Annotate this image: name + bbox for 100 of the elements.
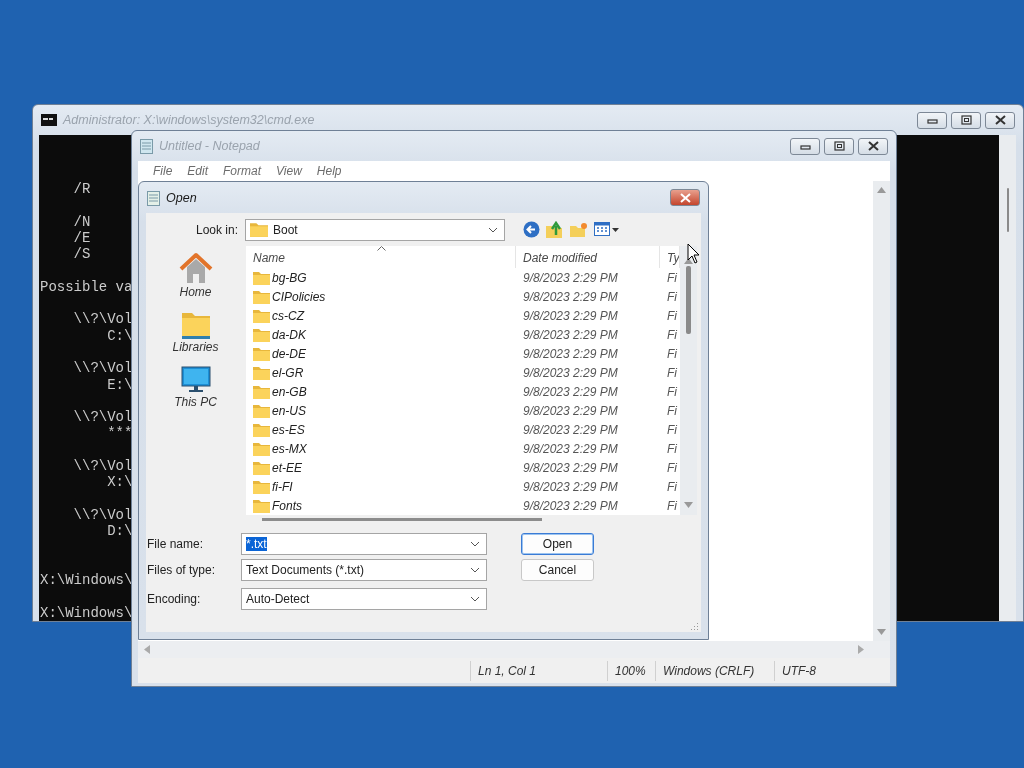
- console-line: \\?\Vol: [72, 311, 133, 328]
- scroll-down-icon[interactable]: [684, 502, 693, 508]
- file-row[interactable]: fi-FI 9/8/2023 2:29 PM Fi: [246, 477, 680, 496]
- folder-icon: [253, 441, 270, 456]
- console-icon: [41, 114, 57, 126]
- file-row[interactable]: en-US 9/8/2023 2:29 PM Fi: [246, 401, 680, 420]
- status-text: Ln 1, Col 1: [470, 660, 607, 681]
- mouse-pointer-icon: [687, 243, 700, 264]
- close-button[interactable]: [985, 111, 1015, 129]
- up-folder-icon[interactable]: [546, 221, 564, 238]
- file-row[interactable]: cs-CZ 9/8/2023 2:29 PM Fi: [246, 306, 680, 325]
- file-row[interactable]: Fonts 9/8/2023 2:29 PM Fi: [246, 496, 680, 515]
- file-row[interactable]: da-DK 9/8/2023 2:29 PM Fi: [246, 325, 680, 344]
- console-line: D:\: [106, 523, 133, 540]
- file-row[interactable]: CIPolicies 9/8/2023 2:29 PM Fi: [246, 287, 680, 306]
- column-header[interactable]: Date modified: [516, 246, 660, 268]
- folder-icon: [180, 311, 211, 339]
- folder-icon: [253, 403, 270, 418]
- folder-icon: [253, 327, 270, 342]
- folder-icon: [253, 308, 270, 323]
- status-text: 100%: [607, 660, 655, 681]
- look-in-dropdown[interactable]: Boot: [245, 218, 505, 241]
- place-item[interactable]: This PC: [174, 366, 217, 409]
- console-line: E:\: [106, 376, 133, 393]
- file-row[interactable]: el-GR 9/8/2023 2:29 PM Fi: [246, 363, 680, 382]
- scrollbar[interactable]: [138, 641, 890, 658]
- folder-icon: [250, 222, 268, 237]
- place-item[interactable]: Libraries: [172, 311, 219, 354]
- combo-field[interactable]: Auto-Detect: [241, 588, 487, 610]
- menu-item[interactable]: Format: [216, 164, 270, 178]
- field-label: Look in:: [194, 222, 238, 237]
- console-line: \\?\Vol: [72, 458, 133, 475]
- back-icon[interactable]: [523, 221, 540, 238]
- console-line: \\?\Vol: [72, 360, 133, 377]
- chevron-down-icon: [470, 596, 480, 602]
- notepad-icon: [147, 189, 160, 206]
- window-title: Administrator: X:\windows\system32\cmd.exe: [63, 113, 315, 127]
- file-row[interactable]: es-ES 9/8/2023 2:29 PM Fi: [246, 420, 680, 439]
- file-row[interactable]: en-GB 9/8/2023 2:29 PM Fi: [246, 382, 680, 401]
- window-title: Untitled - Notepad: [159, 139, 260, 153]
- notepad-icon: [140, 138, 153, 154]
- new-folder-icon[interactable]: [570, 222, 588, 237]
- file-row[interactable]: es-MX 9/8/2023 2:29 PM Fi: [246, 439, 680, 458]
- field-label: File name:: [146, 537, 205, 551]
- chevron-down-icon: [488, 226, 498, 233]
- column-header[interactable]: Name: [246, 246, 516, 268]
- console-line: X:\: [106, 474, 133, 491]
- menu-item[interactable]: File: [146, 164, 181, 178]
- console-line: /N: [72, 213, 91, 230]
- console-line: X:\Windows\: [40, 604, 133, 621]
- status-text: Windows (CRLF): [655, 660, 774, 681]
- chevron-down-icon: [470, 541, 480, 547]
- folder-icon: [253, 346, 270, 361]
- maximize-button[interactable]: [951, 111, 981, 129]
- maximize-button[interactable]: [824, 137, 854, 155]
- folder-icon: [253, 422, 270, 437]
- sort-caret-icon: [377, 246, 386, 251]
- window-title: Open: [166, 190, 197, 205]
- minimize-button[interactable]: [917, 111, 947, 129]
- menu-item[interactable]: View: [269, 164, 310, 178]
- file-row[interactable]: de-DE 9/8/2023 2:29 PM Fi: [246, 344, 680, 363]
- console-line: /R: [72, 181, 91, 198]
- status-text: UTF-8: [774, 660, 884, 681]
- dialog-button[interactable]: Cancel: [521, 559, 594, 581]
- menu-item[interactable]: Edit: [180, 164, 217, 178]
- combo-field[interactable]: Text Documents (*.txt): [241, 559, 487, 581]
- folder-icon: [253, 498, 270, 513]
- minimize-button[interactable]: [790, 137, 820, 155]
- folder-icon: [253, 365, 270, 380]
- combo-field[interactable]: *.txt: [241, 533, 487, 555]
- scroll-down-icon[interactable]: [877, 629, 886, 635]
- scrollbar[interactable]: [999, 135, 1016, 621]
- home-icon: [178, 252, 213, 284]
- console-line: \\?\Vol: [72, 409, 133, 426]
- scroll-left-icon[interactable]: [144, 645, 150, 654]
- scrollbar[interactable]: [680, 246, 697, 515]
- console-line: ***: [106, 425, 133, 442]
- console-line: \\?\Vol: [72, 506, 133, 524]
- resize-grip-icon[interactable]: [691, 622, 699, 630]
- monitor-icon: [180, 366, 211, 394]
- file-row[interactable]: et-EE 9/8/2023 2:29 PM Fi: [246, 458, 680, 477]
- close-button[interactable]: [858, 137, 888, 155]
- scroll-right-icon[interactable]: [858, 645, 864, 654]
- chevron-down-icon: [470, 567, 480, 573]
- menu-item[interactable]: Help: [309, 164, 350, 178]
- console-line: X:\Windows\: [40, 572, 133, 589]
- close-button[interactable]: [670, 189, 700, 206]
- console-line: C:\: [106, 327, 133, 344]
- console-line: /E: [72, 229, 91, 247]
- scrollbar[interactable]: [873, 181, 890, 641]
- field-label: Files of type:: [146, 563, 217, 577]
- file-row[interactable]: bg-BG 9/8/2023 2:29 PM Fi: [246, 268, 680, 287]
- folder-icon: [253, 270, 270, 285]
- dialog-button[interactable]: Open: [521, 533, 594, 555]
- place-item[interactable]: Home: [178, 252, 213, 299]
- scrollbar-thumb[interactable]: [262, 517, 542, 521]
- view-menu-icon[interactable]: [594, 222, 619, 237]
- folder-icon: [253, 289, 270, 304]
- folder-icon: [253, 479, 270, 494]
- console-line: /S: [72, 246, 91, 263]
